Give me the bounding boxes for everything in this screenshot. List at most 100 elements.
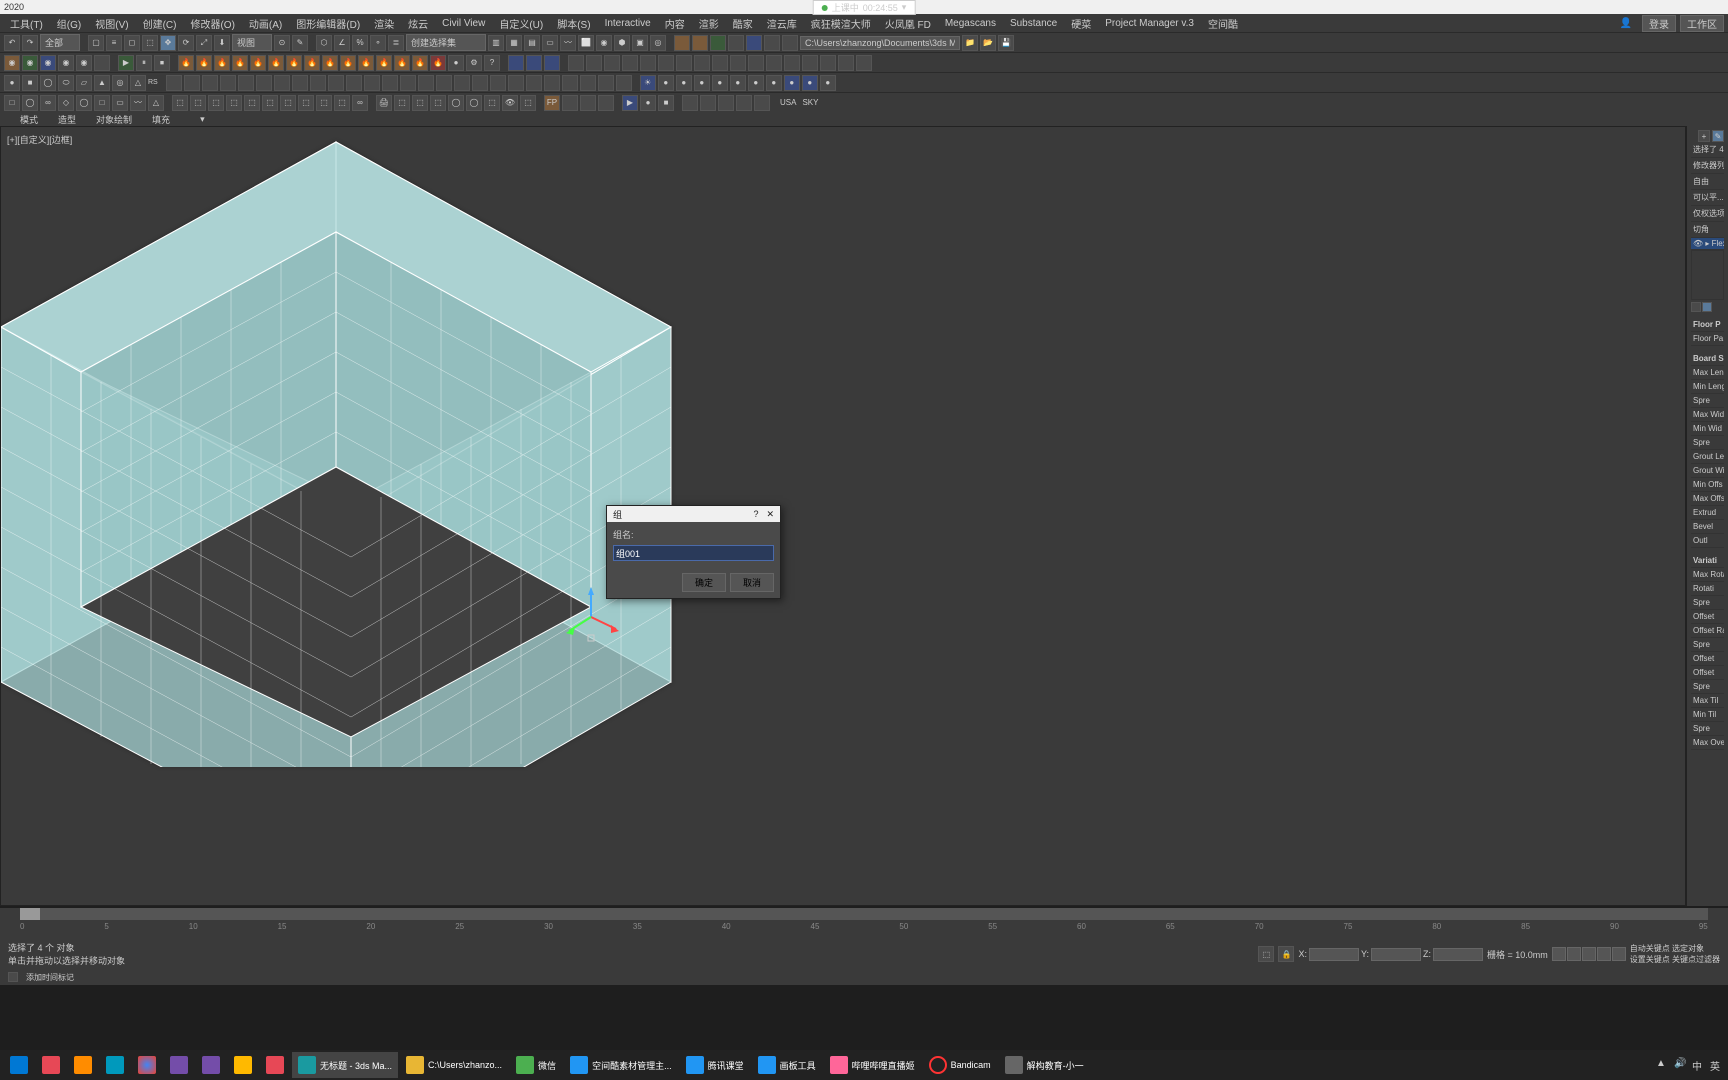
render-setup-icon[interactable]: ⬢ [614,35,630,51]
project-path-input[interactable] [800,36,960,50]
ribbon-tab-populate[interactable]: 填充 [152,113,170,126]
p2-icon-5[interactable]: ◉ [76,55,92,71]
ref-coord-dropdown[interactable]: 视图 [232,34,272,51]
misc-icon-8[interactable] [694,55,710,71]
shape-torus-icon[interactable]: ⬭ [58,75,74,91]
task-chrome[interactable] [132,1052,162,1078]
light-icon-7[interactable]: ● [748,75,764,91]
light-icon-2[interactable]: ● [658,75,674,91]
set-key-button[interactable]: 设置关键点 [1630,955,1670,964]
shape-plane-icon[interactable]: ▱ [76,75,92,91]
panel-item-2[interactable]: 可以平... [1691,190,1724,206]
menu-graph-editors[interactable]: 图形编辑器(D) [290,16,366,31]
sh-icon-32[interactable] [598,95,614,111]
ribbon-tab-mode[interactable]: 模式 [20,113,38,126]
sh-icon-8[interactable]: 〰 [130,95,146,111]
light-icon-8[interactable]: ● [766,75,782,91]
settings-icon[interactable]: ⚙ [466,55,482,71]
scale-icon[interactable]: ⤢ [196,35,212,51]
sh-icon-13[interactable]: ⬚ [226,95,242,111]
folder2-icon[interactable]: 📂 [980,35,996,51]
menu-xuanying[interactable]: 渲影 [693,16,725,31]
ok-button[interactable]: 确定 [682,573,726,592]
menu-kongjianku[interactable]: 空间酷 [1202,16,1244,31]
plugin-icon-6[interactable] [764,35,780,51]
group-name-input[interactable] [613,545,774,561]
play-anim-icon[interactable] [1582,947,1596,961]
dialog-titlebar[interactable]: 组 ? ✕ [607,506,780,522]
sh-icon-28[interactable]: 👁 [502,95,518,111]
coord-y-input[interactable] [1371,948,1421,961]
system-tray[interactable]: ▲ 🔊 中 英 [1656,1058,1724,1072]
misc-icon-6[interactable] [658,55,674,71]
play-icon[interactable]: ▶ [118,55,134,71]
p2-icon-1[interactable]: ◉ [4,55,20,71]
modifier-list-header[interactable]: 修改器列表 [1691,158,1724,174]
p2-icon-4[interactable]: ◉ [58,55,74,71]
shape-cone-icon[interactable]: ▲ [94,75,110,91]
fire-icon-5[interactable]: 🔥 [250,55,266,71]
misc-icon-17[interactable] [856,55,872,71]
auto-key-button[interactable]: 自动关键点 [1630,944,1670,953]
lock-icon[interactable]: 🔒 [1278,946,1294,962]
sh-icon-16[interactable]: ⬚ [280,95,296,111]
timeline-slider[interactable] [20,908,40,920]
sh-icon-20[interactable]: ∞ [352,95,368,111]
workspace-dropdown[interactable]: 工作区 [1680,15,1724,32]
menu-crazy-render[interactable]: 疯狂模渲大师 [805,16,877,31]
snap-percent-icon[interactable]: % [352,35,368,51]
sh-icon-22[interactable]: ⬚ [394,95,410,111]
pause-icon[interactable]: ⏸ [136,55,152,71]
chevron-down-icon[interactable]: ▾ [902,2,907,13]
shape-pyramid-icon[interactable]: △ [130,75,146,91]
stack-show-icon[interactable] [1702,302,1712,312]
ribbon-tab-object-paint[interactable]: 对象绘制 [96,113,132,126]
sh-icon-14[interactable]: ⬚ [244,95,260,111]
mod-icon-2[interactable] [184,75,200,91]
coord-x-input[interactable] [1309,948,1359,961]
redo-icon[interactable]: ↷ [22,35,38,51]
fire-icon-6[interactable]: 🔥 [268,55,284,71]
fire-icon-10[interactable]: 🔥 [340,55,356,71]
isolate-icon[interactable]: ⬚ [1258,946,1274,962]
selected-filter[interactable]: 选定对象 [1672,944,1704,953]
ribbon-tab-modeling[interactable]: 造型 [58,113,76,126]
mod-icon-8[interactable] [292,75,308,91]
play-btn-icon[interactable]: ▶ [622,95,638,111]
cancel-button[interactable]: 取消 [730,573,774,592]
toggle-ribbon-icon[interactable]: ▭ [542,35,558,51]
menu-view[interactable]: 视图(V) [89,16,134,31]
shape-cylinder-icon[interactable]: ◯ [40,75,56,91]
material-icon[interactable]: ◉ [596,35,612,51]
timeline-track[interactable] [20,908,1708,920]
tray-icon-4[interactable]: 英 [1710,1058,1724,1072]
rotate-icon[interactable]: ⟳ [178,35,194,51]
sh-icon-17[interactable]: ⬚ [298,95,314,111]
sh-icon-10[interactable]: ⬚ [172,95,188,111]
misc-icon-16[interactable] [838,55,854,71]
fire-icon-11[interactable]: 🔥 [358,55,374,71]
sh-icon-18[interactable]: ⬚ [316,95,332,111]
misc-icon-14[interactable] [802,55,818,71]
mod-icon-22[interactable] [544,75,560,91]
fp-button[interactable]: FP [544,95,560,111]
fire-icon-2[interactable]: 🔥 [196,55,212,71]
snap-icon[interactable]: ⬡ [316,35,332,51]
tl-icon-4[interactable] [736,95,752,111]
mod-icon-26[interactable] [616,75,632,91]
dialog-help-icon[interactable]: ? [753,509,758,520]
misc-icon-15[interactable] [820,55,836,71]
fire-icon-12[interactable]: 🔥 [376,55,392,71]
tl-icon-2[interactable] [700,95,716,111]
task-wechat[interactable]: 微信 [510,1052,562,1078]
sh-icon-6[interactable]: □ [94,95,110,111]
pivot-icon[interactable]: ⊙ [274,35,290,51]
tl-icon-3[interactable] [718,95,734,111]
snap-angle-icon[interactable]: ∠ [334,35,350,51]
task-bandicam[interactable]: Bandicam [923,1052,997,1078]
mod-icon-19[interactable] [490,75,506,91]
menu-xuanyun[interactable]: 炫云 [402,16,434,31]
stop-btn-icon[interactable]: ■ [658,95,674,111]
sh-icon-26[interactable]: ◯ [466,95,482,111]
select-move-icon[interactable]: ✥ [160,35,176,51]
